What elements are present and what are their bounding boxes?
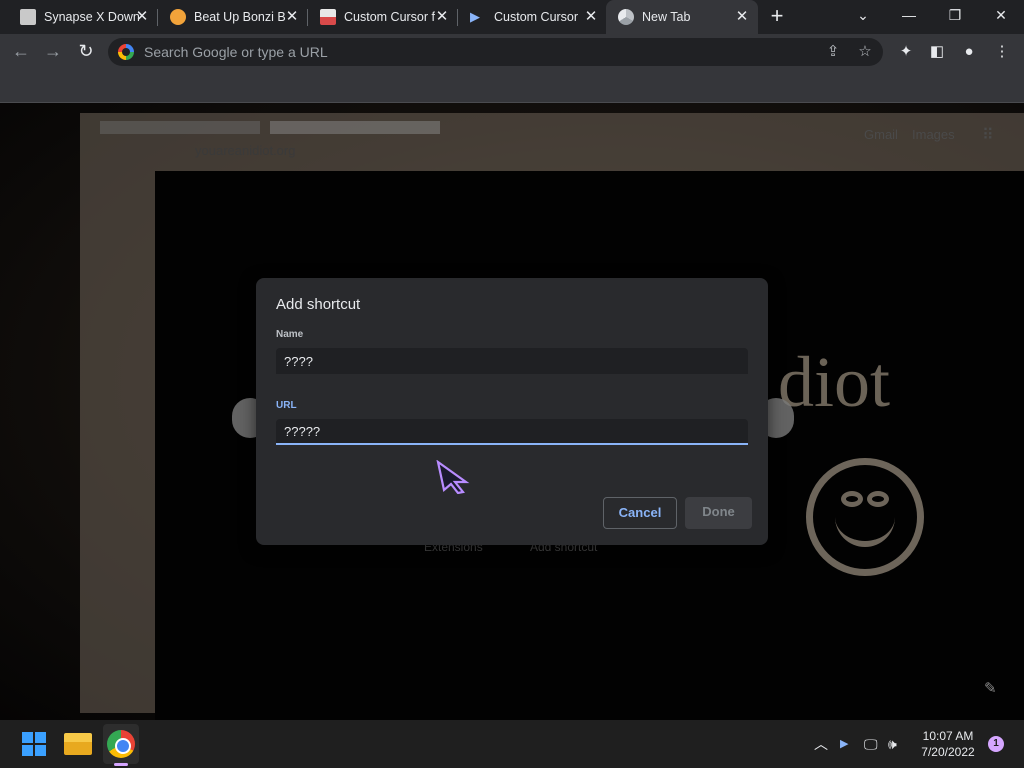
taskbar-clock[interactable]: 10:07 AM 7/20/2022 [912,728,984,760]
customize-pencil-icon[interactable]: ✎ [984,679,997,697]
google-g-icon [118,44,134,60]
tab-custom-cursor[interactable]: ▶ Custom Cursor ✕ [450,0,607,34]
network-icon[interactable]: 🖵 [864,734,878,754]
photo-browser-tabs [90,119,490,135]
notification-badge[interactable]: 1 [988,736,1004,752]
omnibox-input[interactable] [142,38,782,66]
chrome-icon[interactable] [107,730,135,758]
cancel-button[interactable]: Cancel [603,497,677,529]
share-icon[interactable]: ⇪ [824,43,842,61]
back-arrow-icon[interactable]: ← [10,41,32,63]
done-button[interactable]: Done [685,497,752,529]
omnibox[interactable]: ⇪ ☆ [108,38,883,66]
chrome-favicon-icon [618,9,634,25]
minimize-button[interactable]: — [886,0,932,34]
clock-date: 7/20/2022 [921,745,975,759]
close-window-button[interactable]: ✕ [978,0,1024,34]
close-tab-icon[interactable]: ✕ [284,9,300,25]
photo-url-text: youareanidiot.org [195,143,296,158]
tab-strip: Synapse X Down ✕ Beat Up Bonzi B ✕ Custo… [0,0,1024,34]
cursor-favicon-icon: ▶ [470,9,480,24]
tab-bonzi[interactable]: Beat Up Bonzi B ✕ [150,0,308,34]
volume-icon[interactable]: 🕪 [888,734,897,754]
close-tab-icon[interactable]: ✕ [434,9,450,25]
tab-title: Beat Up Bonzi B [194,10,286,24]
file-explorer-icon[interactable] [64,733,92,755]
add-shortcut-dialog: Add shortcut Name URL Cancel Done [256,278,768,545]
tab-synapse[interactable]: Synapse X Down ✕ [0,0,158,34]
photo-text-diot: diot [778,342,891,422]
side-panel-icon[interactable]: ◧ [927,42,947,62]
windows-start-icon[interactable] [20,730,48,758]
gmail-link[interactable]: Gmail [864,127,898,142]
show-hidden-icons-chevron-icon[interactable]: ︿ [814,734,828,754]
forward-arrow-icon[interactable]: → [42,41,64,63]
close-tab-icon[interactable]: ✕ [134,9,150,25]
tab-new-tab[interactable]: New Tab ✕ [606,0,758,34]
profile-avatar-icon[interactable]: ● [959,42,979,62]
menu-kebab-icon[interactable]: ⋮ [992,42,1012,62]
browser-toolbar: ← → ↻ ⇪ ☆ ✦ ◧ ● ⋮ [0,34,1024,70]
close-tab-icon[interactable]: ✕ [734,9,750,25]
name-label: Name [276,329,304,340]
bookmarks-bar [0,70,1024,103]
tab-search-icon[interactable]: ⌄ [840,0,886,34]
url-field[interactable] [276,419,748,445]
tab-title: Synapse X Down [44,10,139,24]
tab-title: Custom Cursor [494,10,579,24]
windows-taskbar: ︿ ▶ 🖵 🕪 10:07 AM 7/20/2022 1 [0,720,1024,768]
custom-cursor-pointer-icon [436,460,470,494]
tab-title: New Tab [642,10,691,24]
clock-time: 10:07 AM [922,729,974,743]
tab-custom-cursor-store[interactable]: Custom Cursor f ✕ [300,0,458,34]
dialog-title: Add shortcut [276,296,361,313]
cursor-tray-icon[interactable]: ▶ [840,734,848,754]
extensions-puzzle-icon[interactable]: ✦ [896,42,916,62]
new-tab-button[interactable]: + [766,5,788,28]
url-label: URL [276,400,297,411]
google-apps-grid-icon[interactable]: ⠿ [982,125,994,145]
name-field[interactable] [276,348,748,374]
tab-title: Custom Cursor f [344,10,435,24]
images-link[interactable]: Images [912,127,955,142]
active-app-indicator [114,763,128,766]
smiley-face-icon [806,458,924,576]
synapse-favicon-icon [20,9,36,25]
reload-icon[interactable]: ↻ [75,41,97,63]
close-tab-icon[interactable]: ✕ [583,9,599,25]
bookmark-star-icon[interactable]: ☆ [856,43,874,61]
restore-button[interactable]: ❐ [932,0,978,34]
custom-cursor-favicon-icon [320,9,336,25]
bonzi-favicon-icon [170,9,186,25]
